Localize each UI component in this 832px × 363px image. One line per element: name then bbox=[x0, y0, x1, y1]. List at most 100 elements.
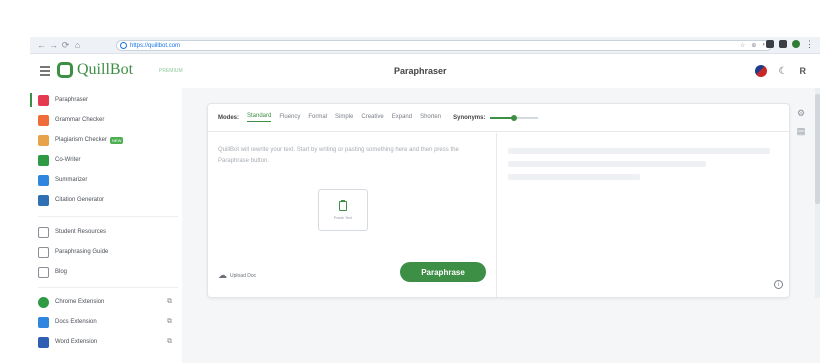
sidebar-item-docs-extension[interactable]: Docs Extension ⧉ bbox=[38, 315, 178, 329]
paste-text-label: Paste Text bbox=[333, 214, 353, 220]
dark-mode-icon[interactable]: ☾ bbox=[779, 66, 788, 77]
sidebar-divider bbox=[38, 216, 178, 217]
output-placeholder-line bbox=[508, 174, 640, 180]
zoom-icon[interactable]: ⊕ bbox=[751, 42, 756, 49]
chrome-icon bbox=[38, 296, 49, 308]
browser-menu-icon[interactable]: ⋮ bbox=[805, 40, 814, 49]
sidebar-item-word-extension[interactable]: Word Extension ⧉ bbox=[38, 335, 178, 349]
extension-icon[interactable] bbox=[779, 40, 787, 48]
mode-formal[interactable]: Formal bbox=[308, 114, 327, 122]
paste-text-button[interactable]: Paste Text bbox=[318, 189, 368, 231]
compare-modes-icon[interactable]: ▤ bbox=[797, 126, 806, 137]
guide-icon bbox=[38, 246, 49, 258]
paraphrase-button[interactable]: Paraphrase bbox=[400, 262, 486, 282]
plagiarism-checker-icon bbox=[38, 134, 49, 146]
cloud-upload-icon: ☁ bbox=[218, 270, 227, 280]
modes-bar: Modes: Standard Fluency Formal Simple Cr… bbox=[208, 104, 789, 132]
info-icon[interactable]: i bbox=[774, 280, 783, 289]
sidebar: Paraphraser Grammar Checker Plagiarism C… bbox=[30, 88, 182, 363]
sidebar-item-label: Co-Writer bbox=[55, 157, 81, 163]
sidebar-item-label: Student Resources bbox=[55, 229, 107, 235]
sidebar-item-blog[interactable]: Blog bbox=[38, 265, 178, 279]
input-pane[interactable]: QuillBot will rewrite your text. Start b… bbox=[208, 133, 497, 299]
word-icon bbox=[38, 336, 49, 348]
mode-standard[interactable]: Standard bbox=[247, 113, 272, 122]
upload-doc-button[interactable]: ☁ Upload Doc bbox=[218, 270, 256, 281]
sidebar-item-label: Paraphraser bbox=[55, 97, 89, 103]
sidebar-item-label: Word Extension bbox=[55, 339, 98, 345]
new-badge: NEW bbox=[110, 136, 124, 144]
synonyms-slider-handle[interactable] bbox=[511, 114, 518, 121]
browser-nav: ← → ⟳ ⌂ bbox=[36, 40, 83, 51]
sidebar-item-co-writer[interactable]: Co-Writer bbox=[38, 153, 178, 167]
sidebar-item-label: Blog bbox=[55, 269, 68, 275]
settings-icon[interactable]: ⚙ bbox=[797, 108, 805, 119]
forward-icon[interactable]: → bbox=[48, 40, 59, 51]
hamburger-menu-icon[interactable] bbox=[40, 66, 50, 78]
input-placeholder[interactable]: QuillBot will rewrite your text. Start b… bbox=[218, 145, 468, 167]
sidebar-item-label: Summarizer bbox=[55, 177, 88, 183]
sidebar-item-citation-generator[interactable]: Citation Generator bbox=[38, 193, 178, 207]
active-indicator bbox=[30, 93, 32, 107]
bookmark-star-icon[interactable]: ☆ bbox=[740, 42, 745, 49]
mode-simple[interactable]: Simple bbox=[335, 114, 353, 122]
sidebar-item-chrome-extension[interactable]: Chrome Extension ⧉ bbox=[38, 295, 178, 309]
sidebar-item-label: Plagiarism Checker bbox=[55, 137, 108, 143]
blog-icon bbox=[38, 266, 49, 278]
citation-generator-icon bbox=[38, 194, 49, 206]
output-pane: i bbox=[498, 133, 791, 299]
sidebar-item-label: Citation Generator bbox=[55, 197, 105, 203]
app-header: QuillBot PREMIUM Paraphraser ☾ R bbox=[30, 55, 820, 88]
sidebar-item-label: Grammar Checker bbox=[55, 117, 105, 123]
scrollbar-thumb[interactable] bbox=[815, 94, 820, 204]
sidebar-item-summarizer[interactable]: Summarizer bbox=[38, 173, 178, 187]
home-icon[interactable]: ⌂ bbox=[72, 40, 83, 51]
sidebar-item-label: Docs Extension bbox=[55, 319, 97, 325]
synonyms-label: Synonyms: bbox=[453, 114, 486, 121]
sidebar-item-grammar-checker[interactable]: Grammar Checker bbox=[38, 113, 178, 127]
extension-icon[interactable] bbox=[766, 40, 774, 48]
synonyms-slider[interactable] bbox=[490, 114, 539, 121]
quillbot-logo-icon[interactable] bbox=[57, 62, 73, 78]
page-title: Paraphraser bbox=[394, 66, 447, 76]
back-icon[interactable]: ← bbox=[36, 40, 47, 51]
external-link-icon: ⧉ bbox=[167, 298, 172, 305]
premium-badge: PREMIUM bbox=[159, 68, 183, 74]
sidebar-divider bbox=[38, 287, 178, 288]
mode-fluency[interactable]: Fluency bbox=[279, 114, 300, 122]
header-actions: ☾ R bbox=[754, 65, 807, 77]
sidebar-item-plagiarism-checker[interactable]: Plagiarism Checker NEW bbox=[38, 133, 178, 147]
paraphraser-icon bbox=[38, 94, 49, 106]
output-placeholder-line bbox=[508, 148, 770, 154]
account-icon[interactable]: R bbox=[800, 66, 807, 76]
sidebar-item-paraphraser[interactable]: Paraphraser bbox=[38, 93, 178, 107]
external-link-icon: ⧉ bbox=[167, 338, 172, 345]
student-resources-icon bbox=[38, 226, 49, 238]
extension-icons: ⋮ bbox=[766, 40, 814, 49]
mode-creative[interactable]: Creative bbox=[361, 114, 383, 122]
browser-toolbar: ← → ⟳ ⌂ https://quillbot.com ☆ ⊕ ◐ ⋮ bbox=[30, 37, 820, 54]
modes-label: Modes: bbox=[218, 114, 239, 121]
output-placeholder-line bbox=[508, 161, 706, 167]
grammar-checker-icon bbox=[38, 114, 49, 126]
address-bar[interactable]: https://quillbot.com ☆ ⊕ ◐ bbox=[116, 40, 772, 51]
language-flag-icon[interactable] bbox=[754, 65, 767, 77]
docs-icon bbox=[38, 316, 49, 328]
url-text[interactable]: https://quillbot.com bbox=[130, 43, 180, 49]
sidebar-item-student-resources[interactable]: Student Resources bbox=[38, 225, 178, 239]
mode-expand[interactable]: Expand bbox=[392, 114, 412, 122]
address-bar-icons: ☆ ⊕ ◐ bbox=[740, 42, 766, 49]
upload-doc-label: Upload Doc bbox=[230, 272, 257, 279]
external-link-icon: ⧉ bbox=[167, 318, 172, 325]
clipboard-icon bbox=[339, 199, 347, 211]
sidebar-item-paraphrasing-guide[interactable]: Paraphrasing Guide bbox=[38, 245, 178, 259]
brand-name[interactable]: QuillBot bbox=[77, 61, 133, 79]
summarizer-icon bbox=[38, 174, 49, 186]
right-rail: ⚙ ▤ bbox=[794, 108, 808, 137]
scrollbar[interactable] bbox=[815, 88, 820, 298]
reload-icon[interactable]: ⟳ bbox=[60, 40, 71, 51]
mode-shorten[interactable]: Shorten bbox=[420, 114, 441, 122]
co-writer-icon bbox=[38, 154, 49, 166]
sidebar-item-label: Chrome Extension bbox=[55, 299, 105, 305]
quillbot-extension-icon[interactable] bbox=[792, 40, 800, 48]
